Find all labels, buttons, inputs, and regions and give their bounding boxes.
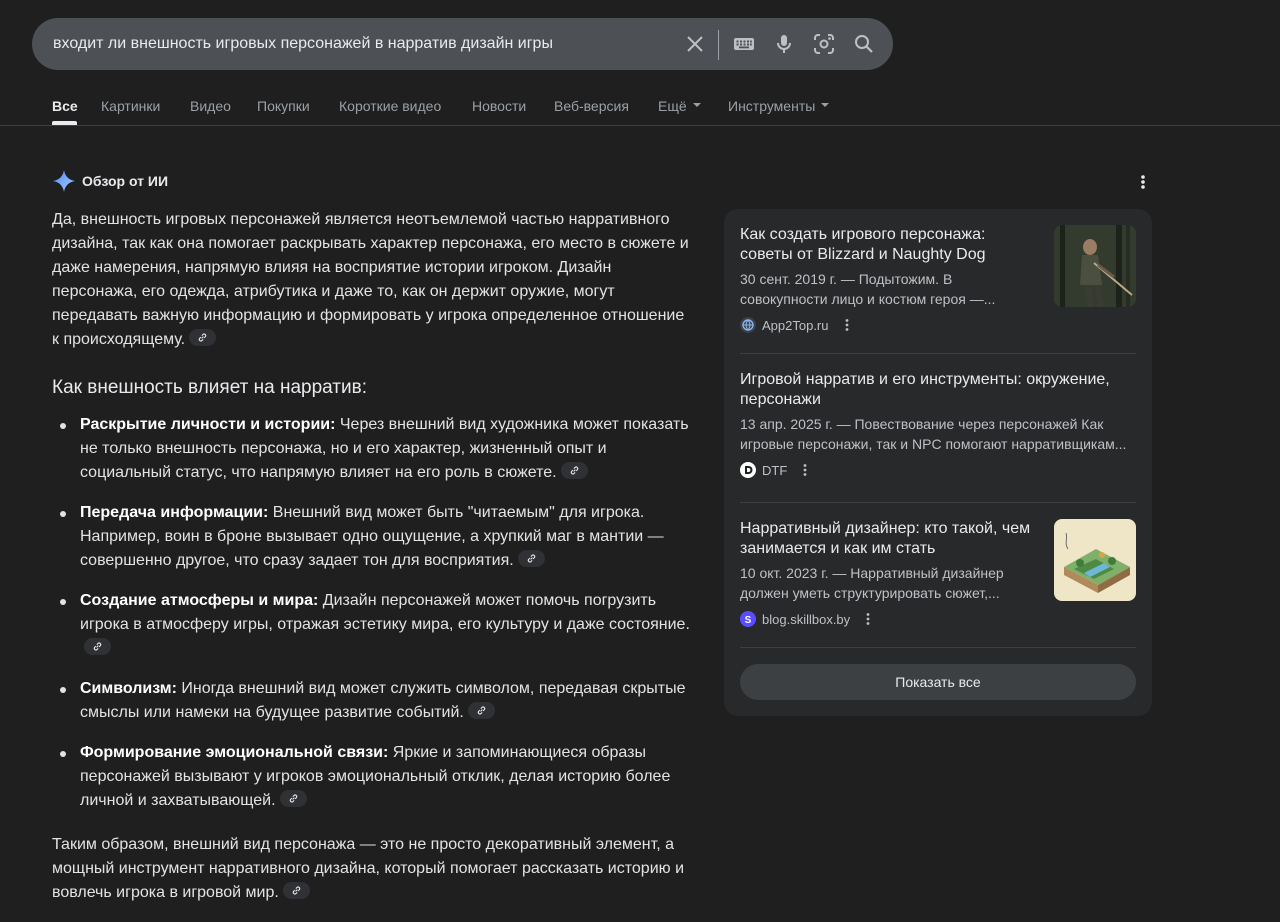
chevron-down-icon [692, 103, 701, 108]
source-item[interactable]: Нарративный дизайнер: кто такой, чем зан… [740, 519, 1136, 627]
list-item: Раскрытие личности и истории: Через внеш… [60, 413, 692, 485]
source-divider [740, 353, 1136, 354]
source-thumbnail[interactable] [1054, 519, 1136, 601]
show-all-button[interactable]: Показать все [740, 664, 1136, 700]
list-item: Передача информации: Внешний вид может б… [60, 501, 692, 573]
source-divider [740, 647, 1136, 648]
svg-text:S: S [745, 615, 752, 626]
search-input[interactable]: входит ли внешность игровых персонажей в… [53, 18, 553, 70]
microphone-icon[interactable] [772, 32, 796, 56]
citation-link-chip[interactable] [189, 329, 217, 347]
ai-conclusion-text: Таким образом, внешний вид персонажа — э… [52, 836, 685, 901]
source-item[interactable]: Как создать игрового персонажа: советы о… [740, 225, 1136, 333]
dtf-logo-icon [740, 462, 756, 478]
lens-camera-icon[interactable] [812, 32, 836, 56]
ai-bullet-list: Раскрытие личности и истории: Через внеш… [52, 413, 692, 813]
link-icon [527, 554, 535, 563]
skillbox-logo-icon: S [740, 611, 756, 627]
link-icon [570, 466, 578, 475]
source-snippet: 13 апр. 2025 г. — Повествование через пе… [740, 416, 1127, 452]
source-meta: S blog.skillbox.by [740, 611, 1136, 627]
globe-icon [740, 317, 756, 333]
ai-section-heading: Как внешность влияет на нарратив: [52, 377, 367, 398]
tab-web[interactable]: Веб-версия [554, 96, 629, 116]
clear-icon[interactable] [683, 32, 707, 56]
list-item: Символизм: Иногда внешний вид может служ… [60, 677, 692, 725]
source-title[interactable]: Игровой нарратив и его инструменты: окру… [740, 370, 1136, 410]
tab-shopping[interactable]: Покупки [257, 96, 310, 116]
bullet-title: Создание атмосферы и мира: [80, 592, 319, 609]
source-title[interactable]: Как создать игрового персонажа: советы о… [740, 225, 1040, 265]
list-item: Формирование эмоциональной связи: Яркие … [60, 741, 692, 813]
bullet-title: Символизм: [80, 680, 177, 697]
tab-short-videos[interactable]: Короткие видео [339, 96, 441, 116]
gemini-sparkle-icon [53, 170, 75, 192]
link-icon [292, 886, 301, 895]
bullet-title: Раскрытие личности и истории: [80, 416, 336, 433]
citation-link-chip[interactable] [84, 638, 111, 656]
ai-overview-header: Обзор от ИИ [52, 168, 168, 194]
link-icon [289, 794, 297, 803]
list-item: Создание атмосферы и мира: Дизайн персон… [60, 589, 692, 661]
search-divider [718, 30, 719, 60]
source-snippet: 30 сент. 2019 г. — Подытожим. В совокупн… [740, 271, 996, 307]
source-item[interactable]: Игровой нарратив и его инструменты: окру… [740, 370, 1136, 478]
game-character-image [1054, 225, 1136, 307]
source-thumbnail[interactable] [1054, 225, 1136, 307]
link-icon [93, 642, 102, 651]
ai-conclusion: Таким образом, внешний вид персонажа — э… [52, 833, 692, 905]
link-icon [477, 706, 486, 715]
header-divider [0, 125, 1280, 126]
source-site: blog.skillbox.by [762, 611, 851, 627]
isometric-map-image [1054, 519, 1136, 601]
tab-all[interactable]: Все [52, 96, 78, 116]
tab-news[interactable]: Новости [472, 96, 526, 116]
more-options-icon[interactable] [797, 462, 813, 478]
ai-intro-text: Да, внешность игровых персонажей являетс… [52, 211, 689, 348]
search-icon[interactable] [852, 32, 876, 56]
ai-overview-body: Да, внешность игровых персонажей являетс… [52, 208, 692, 905]
tab-video[interactable]: Видео [190, 96, 231, 116]
tab-tools[interactable]: Инструменты [728, 96, 830, 116]
more-options-icon[interactable] [1132, 172, 1154, 192]
source-site: DTF [762, 462, 788, 478]
sources-card: Как создать игрового персонажа: советы о… [724, 209, 1152, 716]
chevron-down-icon [821, 103, 830, 108]
source-site: App2Top.ru [762, 317, 829, 333]
citation-link-chip[interactable] [279, 790, 307, 808]
ai-intro: Да, внешность игровых персонажей являетс… [52, 208, 692, 352]
citation-link-chip[interactable] [560, 462, 588, 480]
source-meta: App2Top.ru [740, 317, 1136, 333]
citation-link-chip[interactable] [467, 702, 495, 720]
tab-images[interactable]: Картинки [101, 96, 160, 116]
tab-more-label: Ещё [658, 98, 687, 114]
more-options-icon[interactable] [860, 611, 876, 627]
source-title[interactable]: Нарративный дизайнер: кто такой, чем зан… [740, 519, 1040, 559]
ai-overview-title: Обзор от ИИ [82, 173, 169, 189]
search-bar[interactable]: входит ли внешность игровых персонажей в… [32, 18, 893, 70]
citation-link-chip[interactable] [517, 550, 545, 568]
keyboard-icon[interactable] [732, 32, 756, 56]
more-options-icon[interactable] [839, 317, 855, 333]
tab-tools-label: Инструменты [728, 98, 816, 114]
link-icon [198, 333, 207, 342]
source-divider [740, 502, 1136, 503]
source-snippet: 10 окт. 2023 г. — Нарративный дизайнер д… [740, 565, 1004, 601]
bullet-title: Передача информации: [80, 504, 269, 521]
bullet-title: Формирование эмоциональной связи: [80, 744, 389, 761]
source-meta: DTF [740, 462, 1136, 478]
citation-link-chip[interactable] [282, 882, 310, 900]
tab-more[interactable]: Ещё [658, 96, 701, 116]
